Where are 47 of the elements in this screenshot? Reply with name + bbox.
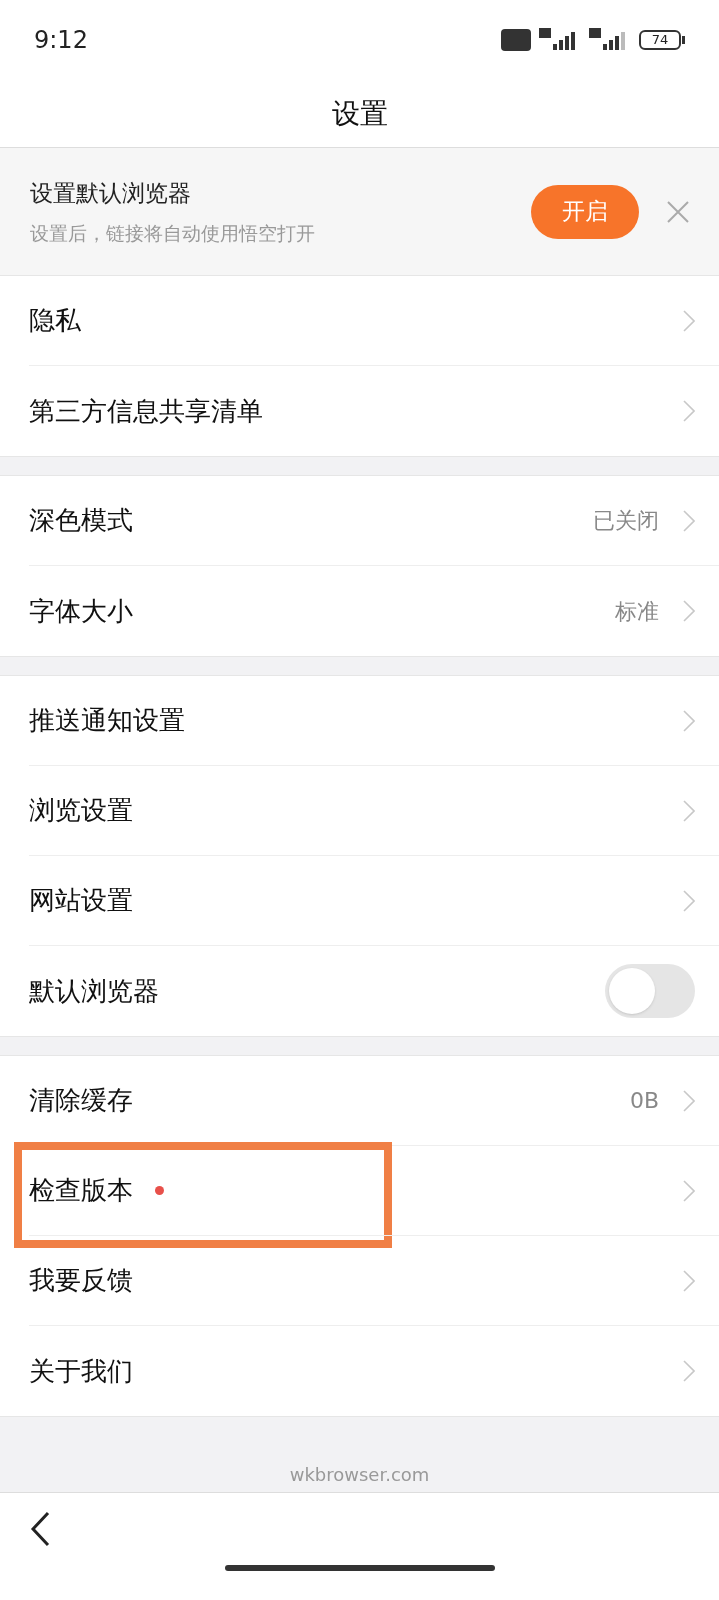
chevron-icon <box>683 1269 695 1292</box>
row-label: 深色模式 <box>29 504 133 537</box>
chevron-icon <box>683 309 695 332</box>
settings-row[interactable]: 隐私 <box>29 276 719 366</box>
row-label: 默认浏览器 <box>29 974 159 1008</box>
row-label: 清除缓存 <box>29 1084 133 1117</box>
settings-row[interactable]: 清除缓存 0B <box>29 1056 719 1146</box>
settings-row[interactable]: 关于我们 <box>29 1326 719 1416</box>
row-label: 检查版本 <box>29 1174 133 1207</box>
banner-subtitle: 设置后，链接将自动使用悟空打开 <box>30 220 316 246</box>
banner-title: 设置默认浏览器 <box>30 179 192 208</box>
settings-row[interactable]: 我要反馈 <box>29 1236 719 1326</box>
back-icon[interactable] <box>30 1511 50 1547</box>
settings-row[interactable]: 网站设置 <box>29 856 719 946</box>
row-label: 第三方信息共享清单 <box>29 394 263 428</box>
close-icon[interactable] <box>667 200 689 223</box>
footer-text: wkbrowser.com <box>289 1463 430 1487</box>
settings-row[interactable]: 浏览设置 <box>29 766 719 856</box>
settings-row[interactable]: 字体大小 标准 <box>29 566 719 656</box>
row-label: 网站设置 <box>29 884 133 917</box>
row-label: 浏览设置 <box>29 794 133 827</box>
status-time: 9:12 <box>34 25 88 56</box>
chevron-icon <box>683 400 695 422</box>
toggle-switch[interactable] <box>605 964 695 1018</box>
chevron-icon <box>683 799 695 822</box>
page-title: 设置 <box>331 95 388 132</box>
chevron-icon <box>683 1089 695 1112</box>
row-label: 字体大小 <box>29 594 133 628</box>
row-value: 0B <box>629 1087 659 1115</box>
chevron-icon <box>683 709 695 732</box>
battery-level: 74 <box>639 30 681 50</box>
settings-row[interactable]: 默认浏览器 <box>29 946 719 1036</box>
chevron-icon <box>683 509 695 532</box>
chevron-icon <box>683 1179 695 1202</box>
settings-row[interactable]: 推送通知设置 <box>29 676 719 766</box>
chevron-icon <box>683 600 695 622</box>
chevron-icon <box>683 889 695 912</box>
chevron-icon <box>683 1360 695 1382</box>
row-label: 隐私 <box>29 304 81 337</box>
settings-row[interactable]: 检查版本 <box>29 1146 719 1236</box>
row-label: 推送通知设置 <box>29 704 185 737</box>
settings-row[interactable]: 第三方信息共享清单 <box>29 366 719 456</box>
settings-row[interactable]: 深色模式 已关闭 <box>29 476 719 566</box>
row-label: 我要反馈 <box>29 1264 133 1297</box>
row-value: 标准 <box>615 597 659 626</box>
row-label: 关于我们 <box>29 1354 133 1388</box>
row-value: 已关闭 <box>593 507 659 535</box>
